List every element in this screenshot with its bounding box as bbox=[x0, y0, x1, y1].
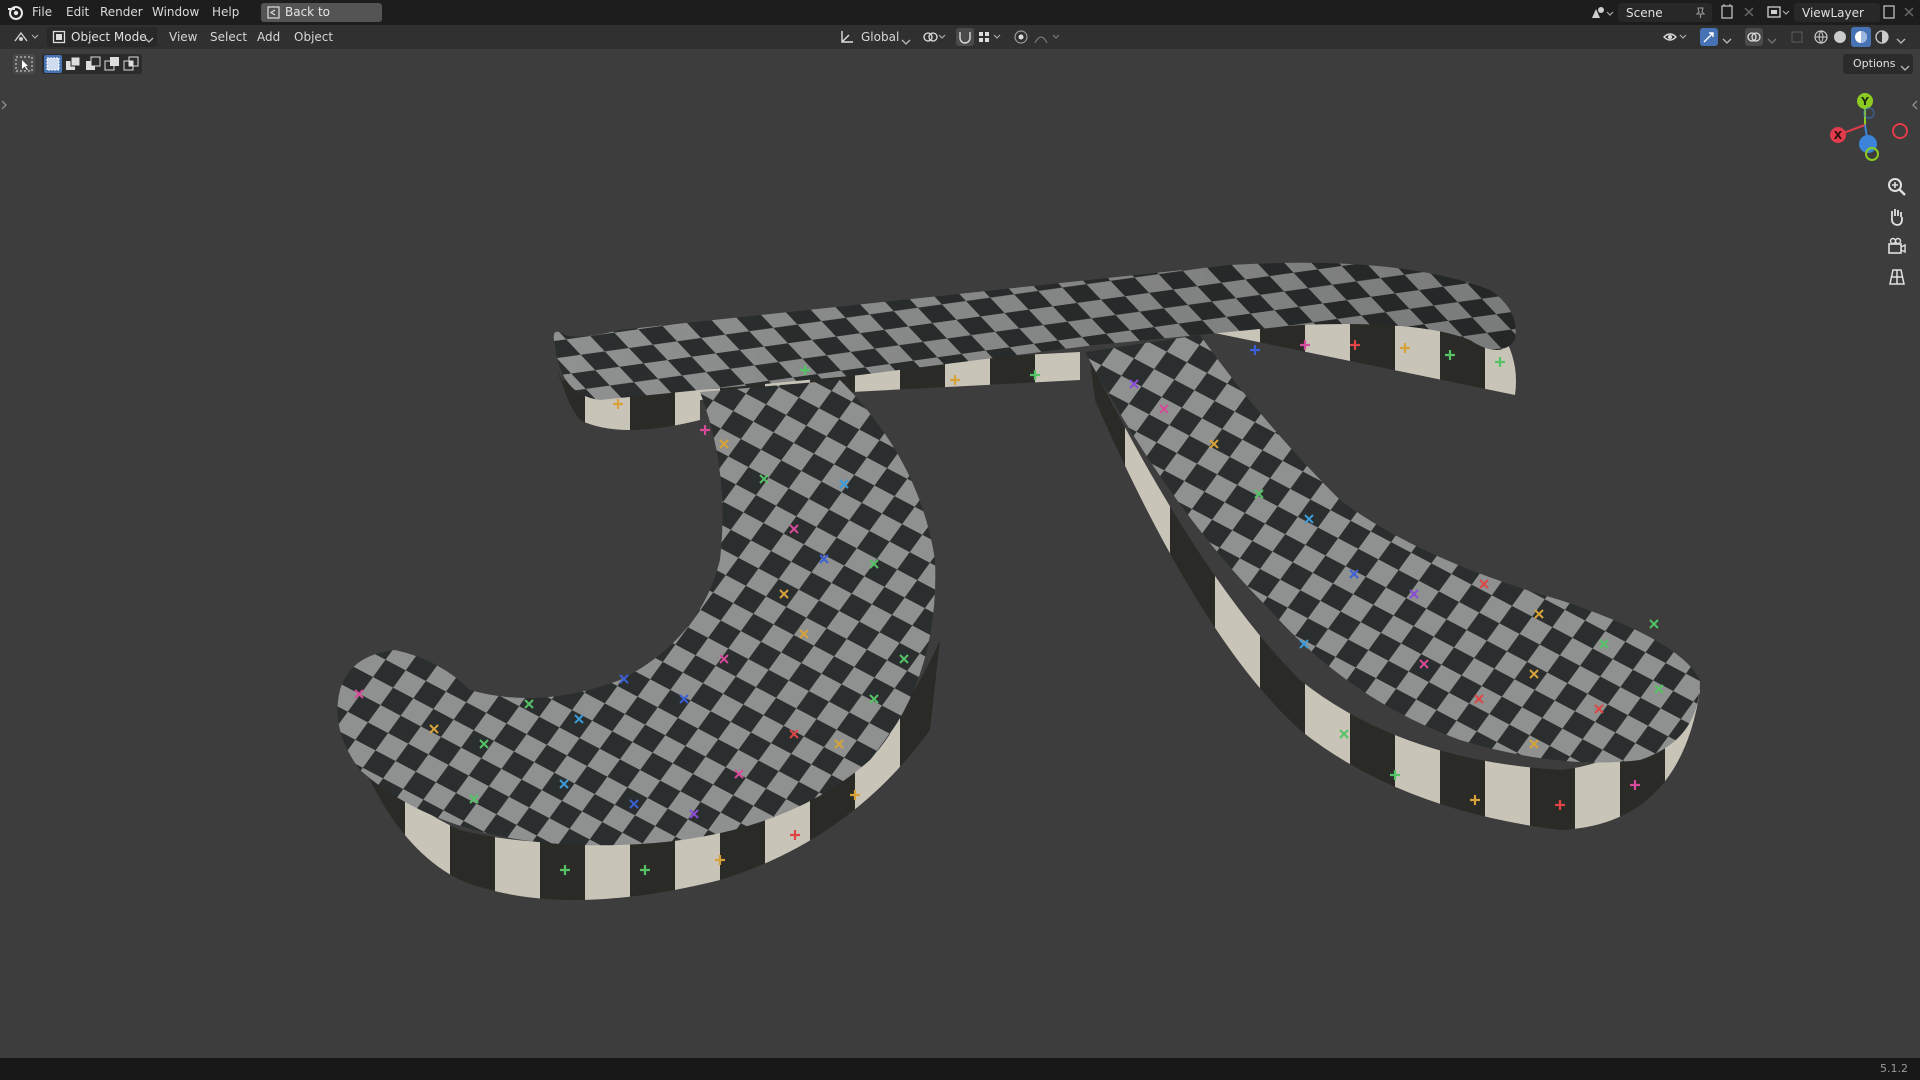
selection-mode-subtract-icon[interactable] bbox=[84, 55, 102, 73]
delete-viewlayer-icon[interactable] bbox=[1902, 5, 1916, 19]
delete-scene-icon[interactable] bbox=[1742, 5, 1756, 19]
menu-view[interactable]: View bbox=[169, 30, 197, 44]
pi-mesh-object[interactable] bbox=[0, 49, 1920, 1058]
zoom-icon bbox=[1888, 178, 1906, 196]
selection-mode-extend-icon[interactable] bbox=[64, 55, 82, 73]
wireframe-shading-icon[interactable] bbox=[1813, 29, 1829, 45]
menu-window[interactable]: Window bbox=[152, 0, 199, 25]
chevron-down-icon bbox=[144, 33, 154, 43]
transform-orientation-icon bbox=[839, 29, 855, 45]
perspective-toggle-button[interactable] bbox=[1885, 265, 1909, 289]
status-bar: 5.1.2 bbox=[0, 1058, 1920, 1080]
camera-view-button[interactable] bbox=[1885, 235, 1909, 259]
chevron-down-icon[interactable] bbox=[1767, 34, 1777, 44]
material-preview-shading-icon[interactable] bbox=[1851, 27, 1871, 47]
object-mode-icon bbox=[52, 30, 66, 44]
zoom-button[interactable] bbox=[1885, 175, 1909, 199]
gizmo-toggle-icon[interactable] bbox=[1700, 28, 1718, 46]
object-mode-label: Object Mode bbox=[71, 30, 147, 44]
xray-icon[interactable] bbox=[1789, 29, 1805, 45]
menu-file[interactable]: File bbox=[32, 0, 52, 25]
version-label: 5.1.2 bbox=[1880, 1062, 1908, 1075]
toolbar-expand-icon[interactable] bbox=[0, 99, 8, 111]
back-to-previous-button[interactable]: Back to Previous bbox=[261, 3, 382, 38]
menu-render[interactable]: Render bbox=[100, 0, 143, 25]
snap-toggle-icon[interactable] bbox=[956, 28, 974, 46]
scene-field[interactable]: Scene bbox=[1618, 3, 1712, 22]
select-tool-icon[interactable] bbox=[13, 54, 35, 74]
menu-add[interactable]: Add bbox=[257, 30, 280, 44]
3d-viewport[interactable]: Y X bbox=[0, 49, 1920, 1058]
camera-icon bbox=[1888, 237, 1906, 254]
chevron-down-icon bbox=[1900, 61, 1910, 71]
gizmo-x-label: X bbox=[1834, 129, 1843, 142]
selection-mode-intersect-icon[interactable] bbox=[122, 55, 140, 73]
selection-mode-group bbox=[42, 54, 142, 74]
proportional-editing-icon[interactable] bbox=[1013, 29, 1029, 45]
chevron-down-icon[interactable] bbox=[1896, 34, 1906, 44]
top-menu-bar: File Edit Render Window Help Back to Pre… bbox=[0, 0, 1920, 38]
scene-icon[interactable] bbox=[1590, 5, 1614, 21]
solid-shading-icon[interactable] bbox=[1832, 29, 1848, 45]
pin-icon[interactable] bbox=[1694, 6, 1707, 19]
overlays-icon[interactable] bbox=[1745, 28, 1763, 46]
back-icon bbox=[267, 6, 280, 19]
rendered-shading-icon[interactable] bbox=[1874, 29, 1890, 45]
transform-orientation-dropdown[interactable]: Global bbox=[861, 30, 899, 44]
pivot-point-icon[interactable] bbox=[922, 29, 948, 45]
viewlayer-icon[interactable] bbox=[1766, 4, 1790, 20]
falloff-icon[interactable] bbox=[1033, 29, 1065, 45]
menu-select[interactable]: Select bbox=[210, 30, 247, 44]
menu-edit[interactable]: Edit bbox=[66, 0, 89, 25]
editor-type-icon[interactable] bbox=[13, 29, 41, 45]
new-scene-icon[interactable] bbox=[1719, 4, 1735, 20]
chevron-down-icon bbox=[901, 35, 911, 45]
gizmo-y-label: Y bbox=[1860, 95, 1870, 108]
grid-icon bbox=[1889, 269, 1905, 285]
selection-mode-invert-icon[interactable] bbox=[103, 55, 121, 73]
viewlayer-field[interactable]: ViewLayer bbox=[1794, 3, 1880, 22]
viewport-header: Object Mode View Select Add Object Globa… bbox=[0, 25, 1920, 49]
visibility-icon[interactable] bbox=[1662, 29, 1690, 45]
hand-icon bbox=[1890, 209, 1903, 226]
selection-mode-new-icon[interactable] bbox=[44, 55, 62, 73]
new-viewlayer-icon[interactable] bbox=[1881, 4, 1897, 20]
options-label: Options bbox=[1853, 57, 1896, 70]
scene-name: Scene bbox=[1626, 6, 1663, 20]
menu-help[interactable]: Help bbox=[212, 0, 239, 25]
options-dropdown[interactable]: Options bbox=[1843, 54, 1913, 74]
snap-target-icon[interactable] bbox=[977, 29, 1005, 45]
sidebar-expand-icon[interactable] bbox=[1911, 99, 1919, 111]
viewlayer-name: ViewLayer bbox=[1802, 6, 1864, 20]
menu-object[interactable]: Object bbox=[294, 30, 333, 44]
navigation-gizmo[interactable]: Y X bbox=[1825, 89, 1910, 169]
pan-button[interactable] bbox=[1885, 205, 1909, 229]
object-mode-dropdown[interactable]: Object Mode bbox=[47, 27, 157, 47]
blender-logo-icon[interactable] bbox=[7, 4, 24, 21]
chevron-down-icon[interactable] bbox=[1722, 34, 1732, 44]
tool-settings-bar: Options bbox=[0, 53, 1920, 75]
